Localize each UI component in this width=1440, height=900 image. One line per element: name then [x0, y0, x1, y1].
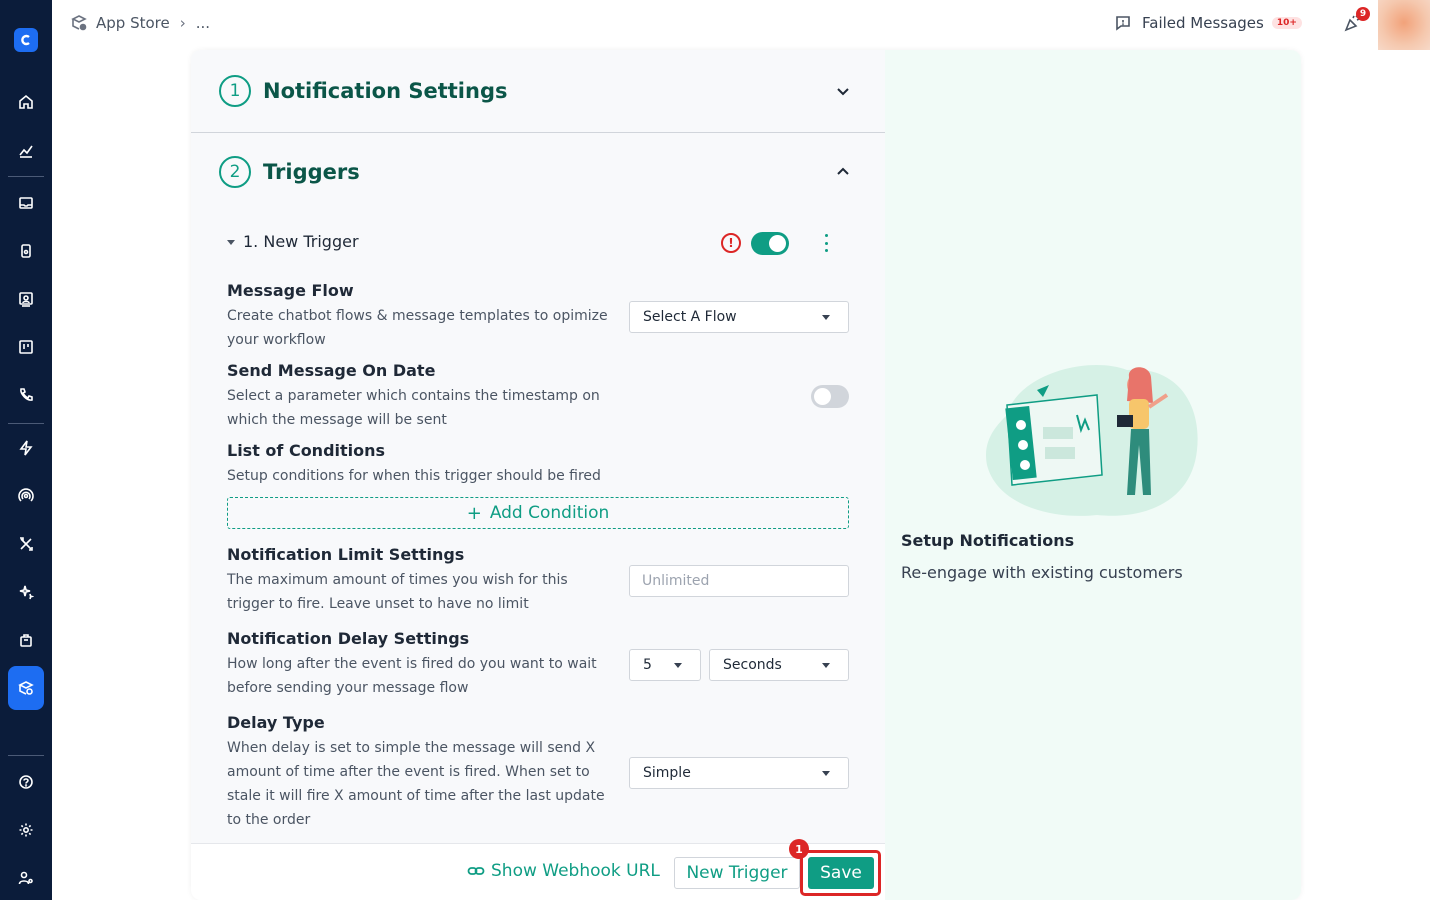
notification-settings-header[interactable]: 1 Notification Settings	[191, 50, 885, 132]
chevron-up-icon[interactable]	[835, 164, 851, 180]
webhook-label: Show Webhook URL	[491, 861, 660, 881]
settings-gear-icon[interactable]	[16, 820, 36, 840]
delay-amount-value: 5	[643, 657, 652, 673]
delay-unit-select[interactable]: Seconds	[709, 649, 849, 681]
user-settings-icon[interactable]	[16, 868, 36, 888]
notification-illustration	[986, 365, 1198, 516]
settings-pane: 1 Notification Settings 2 Triggers 1. Ne…	[191, 50, 885, 900]
step-number-badge: 2	[219, 156, 251, 188]
message-flow-value: Select A Flow	[643, 309, 737, 325]
inbox-icon[interactable]	[16, 193, 36, 213]
message-flow-title: Message Flow	[227, 281, 354, 300]
help-icon[interactable]	[16, 772, 36, 792]
breadcrumb-app-store[interactable]: App Store	[96, 14, 170, 32]
sidebar-divider	[8, 755, 44, 756]
sidebar-divider	[8, 176, 44, 177]
send-on-date-toggle[interactable]	[811, 385, 849, 408]
message-flow-select[interactable]: Select A Flow	[629, 301, 849, 333]
sidebar-divider	[8, 423, 44, 424]
breadcrumb-more[interactable]: ...	[196, 14, 210, 32]
chevron-down-icon[interactable]	[835, 83, 851, 99]
dropdown-arrow-icon	[822, 663, 830, 668]
top-bar: App Store › ... Failed Messages 10+ 9	[52, 0, 1440, 50]
caret-down-icon[interactable]	[227, 240, 235, 245]
announcements-button[interactable]: 9	[1344, 7, 1370, 34]
notification-count-badge: 9	[1356, 7, 1370, 21]
contacts-icon[interactable]	[16, 289, 36, 309]
delay-type-desc: When delay is set to simple the message …	[227, 740, 605, 828]
delay-desc: How long after the event is fired do you…	[227, 656, 597, 696]
limit-desc: The maximum amount of times you wish for…	[227, 572, 568, 612]
app-store-icon[interactable]	[16, 678, 36, 698]
failed-messages-badge: 10+	[1271, 17, 1302, 29]
dropdown-arrow-icon	[822, 771, 830, 776]
warning-icon: !	[721, 233, 741, 253]
sparkle-icon[interactable]	[16, 582, 36, 602]
action-footer: Show Webhook URL New Trigger Save 1	[191, 839, 885, 900]
notification-setup-card: 1 Notification Settings 2 Triggers 1. Ne…	[191, 50, 1301, 900]
link-icon	[467, 867, 485, 875]
step-number-badge: 1	[219, 75, 251, 107]
delay-type-value: Simple	[643, 765, 691, 781]
limit-title: Notification Limit Settings	[227, 545, 465, 564]
dropdown-arrow-icon	[822, 315, 830, 320]
side-panel-subtitle: Re-engage with existing customers	[901, 563, 1183, 582]
message-alert-icon	[1116, 16, 1130, 31]
mobile-icon[interactable]	[16, 241, 36, 261]
add-condition-button[interactable]: + Add Condition	[227, 497, 849, 529]
shopping-bag-icon[interactable]	[16, 630, 36, 650]
delay-unit-value: Seconds	[723, 657, 782, 673]
conditions-desc: Setup conditions for when this trigger s…	[227, 468, 601, 484]
limit-placeholder: Unlimited	[642, 573, 710, 589]
save-button[interactable]: Save	[808, 857, 874, 889]
step-marker-badge: 1	[789, 839, 809, 859]
message-flow-desc: Create chatbot flows & message templates…	[227, 308, 608, 348]
add-condition-label: Add Condition	[489, 503, 610, 523]
analytics-icon[interactable]	[16, 140, 36, 160]
board-icon[interactable]	[16, 337, 36, 357]
dropdown-arrow-icon	[674, 663, 682, 668]
broadcast-icon[interactable]	[16, 486, 36, 506]
delay-type-select[interactable]: Simple	[629, 757, 849, 789]
trigger-row: 1. New Trigger !	[227, 232, 847, 256]
section-title: Notification Settings	[263, 79, 508, 103]
trigger-name[interactable]: 1. New Trigger	[243, 232, 359, 251]
delay-title: Notification Delay Settings	[227, 629, 470, 648]
sidebar	[0, 0, 52, 900]
home-icon[interactable]	[16, 92, 36, 112]
send-on-date-desc: Select a parameter which contains the ti…	[227, 388, 600, 428]
section-title: Triggers	[263, 160, 360, 184]
info-pane: Setup Notifications Re-engage with exist…	[885, 50, 1301, 900]
send-on-date-title: Send Message On Date	[227, 361, 436, 380]
breadcrumb: App Store › ...	[70, 14, 210, 32]
delay-type-title: Delay Type	[227, 713, 325, 732]
delay-amount-select[interactable]: 5	[629, 649, 701, 681]
trigger-enabled-toggle[interactable]	[751, 232, 789, 255]
plus-icon: +	[466, 502, 482, 524]
triggers-header[interactable]: 2 Triggers	[191, 131, 885, 213]
lightning-icon[interactable]	[16, 438, 36, 458]
failed-messages-link[interactable]: Failed Messages 10+	[1114, 14, 1302, 32]
side-panel-title: Setup Notifications	[901, 531, 1075, 550]
conditions-title: List of Conditions	[227, 441, 386, 460]
show-webhook-url-button[interactable]: Show Webhook URL	[467, 861, 660, 881]
limit-input[interactable]: Unlimited	[629, 565, 849, 597]
more-options-icon[interactable]	[823, 234, 829, 252]
new-trigger-button[interactable]: New Trigger	[674, 857, 800, 889]
phone-icon[interactable]	[16, 385, 36, 405]
chevron-right-icon: ›	[179, 14, 186, 32]
app-logo-icon[interactable]	[14, 28, 38, 52]
app-store-icon	[71, 15, 87, 31]
failed-messages-label: Failed Messages	[1142, 14, 1264, 32]
user-avatar[interactable]	[1378, 0, 1430, 50]
tools-icon[interactable]	[16, 534, 36, 554]
